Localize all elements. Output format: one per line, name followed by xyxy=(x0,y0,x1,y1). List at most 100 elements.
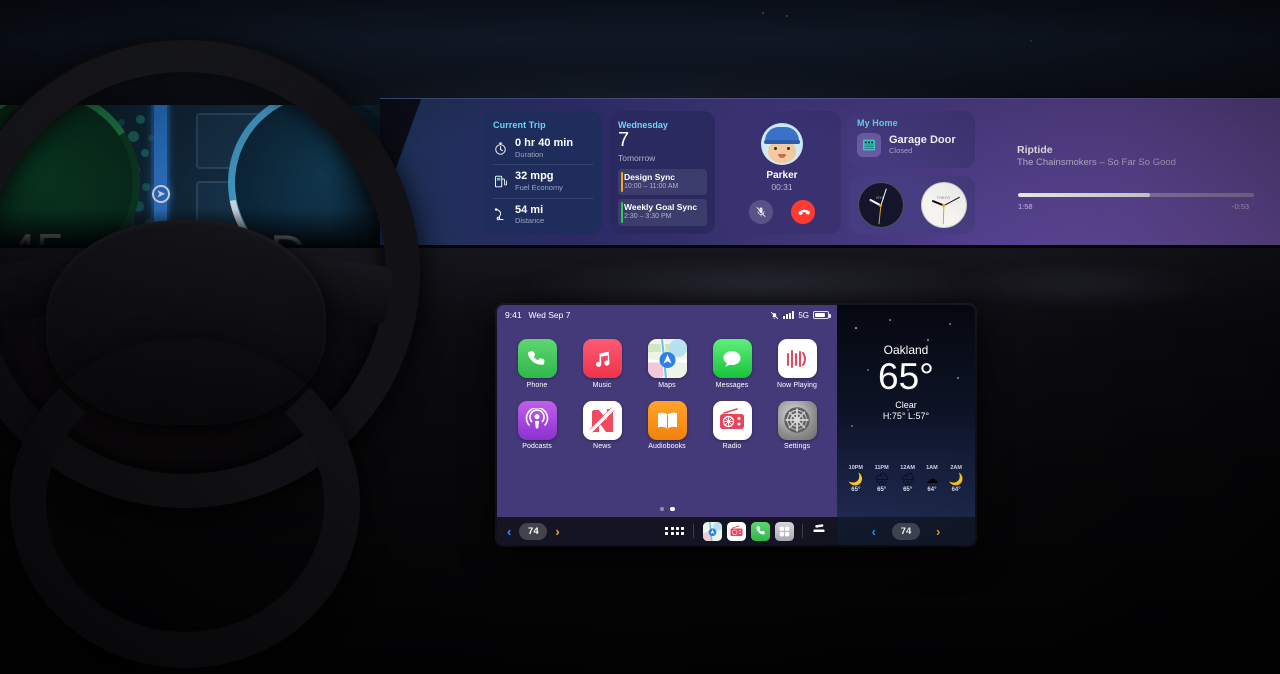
page-dot[interactable] xyxy=(659,506,664,511)
track-title: Riptide xyxy=(1017,144,1053,156)
podcasts-icon xyxy=(517,400,557,440)
trip-row-fuel: 32 mpg Fuel Economy xyxy=(493,170,593,192)
app-podcasts[interactable]: Podcasts xyxy=(513,400,561,450)
clock-face-dark: NYC xyxy=(857,182,904,228)
now-playing-icon xyxy=(777,339,817,378)
dock-radio-icon[interactable] xyxy=(727,521,746,541)
hourly-item: 1AM ☁ 64° xyxy=(925,465,938,494)
bell-slash-icon xyxy=(770,311,778,319)
app-messages[interactable]: Messages xyxy=(708,339,756,389)
app-label: Radio xyxy=(722,443,742,450)
temp-down-button[interactable]: ‹ xyxy=(507,525,511,538)
weather-temp-down-button[interactable]: ‹ xyxy=(872,525,876,538)
home-widget[interactable]: My Home Garage Door Closed xyxy=(849,111,975,168)
app-audiobooks[interactable]: Audiobooks xyxy=(643,400,691,450)
event-time: 2:30 – 3:30 PM xyxy=(624,213,672,221)
app-label: Now Playing xyxy=(776,381,817,389)
carplay-home-panel: 9:41 Wed Sep 7 5G Phone Music Maps Messa… xyxy=(497,305,837,545)
weather-condition: Clear xyxy=(895,399,917,410)
clock-label-light: TOKYO xyxy=(936,196,951,201)
home-widget-title: My Home xyxy=(857,118,898,128)
now-playing-widget[interactable]: Riptide The Chainsmokers – So Far So Goo… xyxy=(1000,99,1280,245)
status-time: 9:41 xyxy=(505,310,522,320)
seat-climate-icon[interactable] xyxy=(811,521,827,541)
calendar-weekday: Wednesday xyxy=(618,120,668,130)
radio-icon xyxy=(712,400,752,440)
cloud-rain-icon: 🌧 xyxy=(899,472,916,486)
event-title: Design Sync xyxy=(624,172,676,182)
dock-maps-icon[interactable] xyxy=(703,521,722,541)
trip-distance-value: 54 mi xyxy=(515,203,544,216)
calendar-relative-day: Tomorrow xyxy=(618,153,656,163)
weather-temperature: 65° xyxy=(878,356,934,397)
playback-progress-bar[interactable] xyxy=(1018,193,1254,197)
trip-fuel-label: Fuel Economy xyxy=(515,183,563,193)
settings-gear-icon xyxy=(777,400,817,440)
carplay-center-screen: 9:41 Wed Sep 7 5G Phone Music Maps Messa… xyxy=(497,305,975,545)
app-maps[interactable]: Maps xyxy=(643,339,691,389)
temperature-readout[interactable]: 74 xyxy=(519,522,548,540)
end-call-button[interactable] xyxy=(791,200,815,224)
status-network: 5G xyxy=(798,310,809,320)
current-trip-widget[interactable]: Current Trip 0 hr 40 min Duration 32 mpg… xyxy=(484,111,602,234)
weather-high-low: H:75° L:57° xyxy=(882,410,930,421)
dashboard-widget-bar: Current Trip 0 hr 40 min Duration 32 mpg… xyxy=(380,98,1280,245)
weather-panel[interactable]: Oakland 65° Clear H:75° L:57° 10PM 🌙 65°… xyxy=(837,305,975,545)
hourly-forecast: 10PM 🌙 65° 11PM 🌧 65° 12AM 🌧 65° 1AM ☁ 6… xyxy=(837,465,975,493)
fuel-pump-icon xyxy=(495,175,507,188)
app-news[interactable]: News xyxy=(578,400,626,450)
event-title: Weekly Goal Sync xyxy=(624,202,698,213)
elapsed-time: 1:58 xyxy=(1018,202,1033,211)
app-phone[interactable]: Phone xyxy=(513,339,561,389)
app-label: Messages xyxy=(715,381,749,389)
moon-icon: 🌙 xyxy=(948,472,964,486)
app-grid-icon[interactable] xyxy=(665,526,684,536)
moon-icon: 🌙 xyxy=(848,472,864,486)
app-music[interactable]: Music xyxy=(578,339,626,389)
cloud-moon-icon: ☁ xyxy=(925,472,938,486)
weather-temp-up-button[interactable]: › xyxy=(936,525,940,538)
trip-duration-label: Duration xyxy=(515,149,544,159)
app-row-2: Podcasts News Audiobooks Radio Settings xyxy=(513,400,821,450)
caller-name: Parker xyxy=(766,170,798,181)
dock-dashboard-icon[interactable] xyxy=(775,521,794,541)
mute-button[interactable] xyxy=(749,200,773,224)
current-trip-title: Current Trip xyxy=(493,120,546,130)
world-clock-widget[interactable]: NYC TOKYO xyxy=(849,176,975,234)
trip-fuel-value: 32 mpg xyxy=(515,170,554,183)
trip-row-duration: 0 hr 40 min Duration xyxy=(493,137,593,159)
app-label: Settings xyxy=(783,443,811,450)
temp-up-button[interactable]: › xyxy=(555,525,559,538)
app-settings[interactable]: Settings xyxy=(773,400,821,450)
app-now-playing[interactable]: Now Playing xyxy=(773,339,821,389)
stopwatch-icon xyxy=(495,142,506,155)
carplay-status-bar: 9:41 Wed Sep 7 5G xyxy=(497,305,837,325)
garage-door-accessory[interactable]: Garage Door Closed xyxy=(857,133,967,157)
app-grid: Phone Music Maps Messages Now Playing Po… xyxy=(497,325,837,507)
dashboard-reflection-right xyxy=(950,255,1280,315)
calendar-event[interactable]: Weekly Goal Sync 2:30 – 3:30 PM xyxy=(618,199,707,226)
weather-temperature-readout[interactable]: 74 xyxy=(892,522,920,540)
status-date: Wed Sep 7 xyxy=(528,310,571,320)
accessory-name: Garage Door xyxy=(889,133,956,146)
music-note-icon xyxy=(582,339,622,378)
carplay-dock: ‹ 74 › xyxy=(497,517,837,545)
track-artist-album: The Chainsmokers – So Far So Good xyxy=(1017,157,1176,168)
page-indicator[interactable] xyxy=(497,506,837,518)
dock-phone-icon[interactable] xyxy=(751,521,770,541)
trip-duration-value: 0 hr 40 min xyxy=(515,137,574,149)
app-radio[interactable]: Radio xyxy=(708,400,756,450)
app-label: News xyxy=(593,443,611,450)
app-label: Music xyxy=(592,381,612,389)
calendar-event[interactable]: Design Sync 10:00 – 11:00 AM xyxy=(618,169,707,196)
calendar-widget[interactable]: Wednesday 7 Tomorrow Design Sync 10:00 –… xyxy=(610,111,715,234)
end-call-icon xyxy=(798,209,810,215)
phone-call-widget[interactable]: Parker 00:31 xyxy=(723,111,841,234)
steering-wheel xyxy=(0,38,470,674)
news-icon xyxy=(582,400,622,440)
app-label: Phone xyxy=(526,381,548,389)
weather-dock: ‹ 74 › xyxy=(837,517,975,545)
call-duration: 00:31 xyxy=(771,182,793,192)
page-dot-active[interactable] xyxy=(670,506,675,511)
memoji-avatar xyxy=(761,123,803,165)
